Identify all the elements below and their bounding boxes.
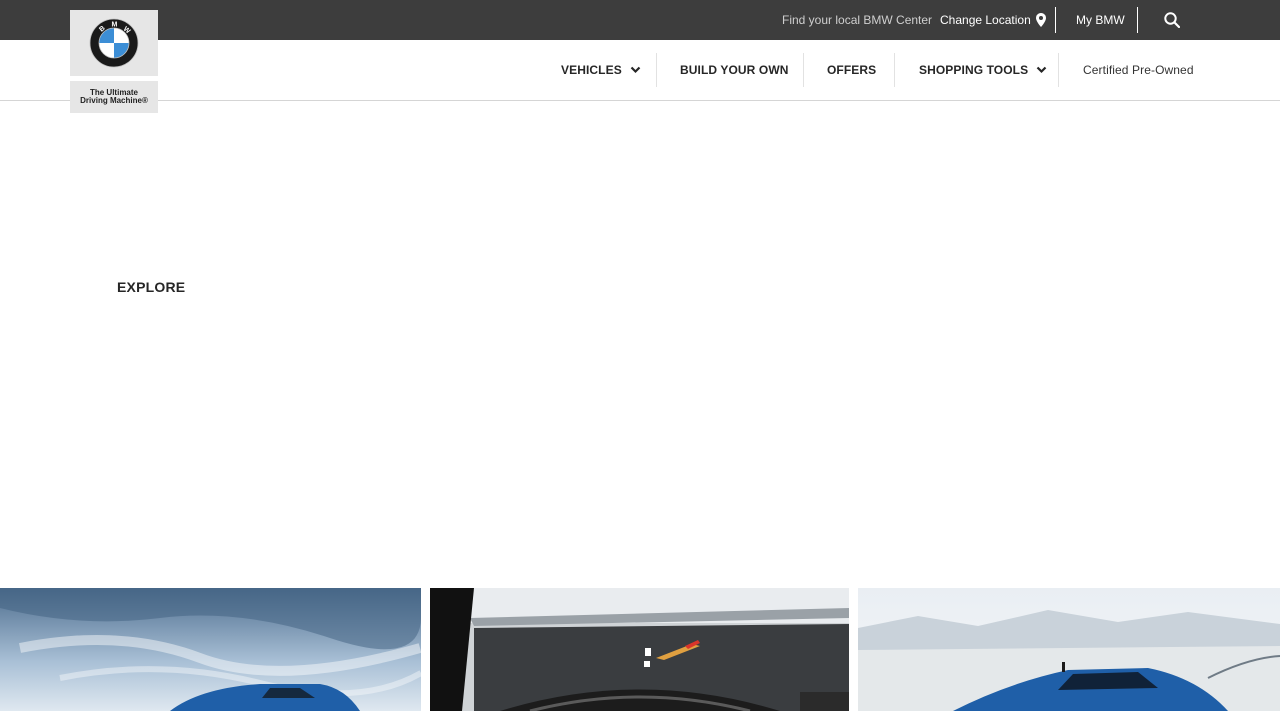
location-pin-icon [1035, 13, 1046, 27]
nav-shopping-tools[interactable]: SHOPPING TOOLS [919, 40, 1047, 100]
explore-heading: EXPLORE [117, 279, 186, 295]
search-icon [1164, 12, 1180, 28]
utility-divider [1137, 7, 1138, 33]
main-navigation: VEHICLES BUILD YOUR OWN OFFERS SHOPPING … [0, 40, 1280, 101]
dashboard-photo-image [430, 588, 849, 711]
nav-build-your-own[interactable]: BUILD YOUR OWN [680, 40, 789, 100]
change-location-label: Change Location [940, 13, 1031, 27]
utility-divider [1055, 7, 1056, 33]
nav-certified-pre-owned[interactable]: Certified Pre-Owned [1083, 40, 1194, 100]
my-bmw-link[interactable]: My BMW [1076, 0, 1125, 40]
nav-divider [656, 53, 657, 87]
nav-vehicles[interactable]: VEHICLES [561, 40, 641, 100]
tile-blue-sedan-sky[interactable] [0, 588, 421, 711]
tile-dashboard-hud[interactable] [430, 588, 849, 711]
bmw-roundel-icon: B M W [89, 18, 139, 68]
car-photo-image [0, 588, 421, 711]
nav-divider [1058, 53, 1059, 87]
nav-shopping-tools-label: SHOPPING TOOLS [919, 63, 1029, 77]
bmw-logo-link[interactable]: B M W The Ultimate Driving Machine® [70, 10, 158, 113]
nav-offers[interactable]: OFFERS [827, 40, 876, 100]
car-photo-image [858, 588, 1280, 711]
nav-divider [803, 53, 804, 87]
tagline-line-2: Driving Machine® [80, 96, 148, 105]
brand-tagline: The Ultimate Driving Machine® [70, 81, 158, 113]
utility-bar: Find your local BMW Center Change Locati… [0, 0, 1280, 40]
bmw-roundel-panel: B M W [70, 10, 158, 76]
nav-divider [894, 53, 895, 87]
change-location-link[interactable]: Change Location [940, 0, 1046, 40]
nav-vehicles-label: VEHICLES [561, 63, 622, 77]
find-center-link[interactable]: Find your local BMW Center [782, 0, 932, 40]
tile-blue-sedan-desert[interactable] [858, 588, 1280, 711]
chevron-down-icon [1036, 66, 1047, 74]
svg-text:M: M [112, 22, 118, 29]
search-button[interactable] [1162, 0, 1182, 40]
chevron-down-icon [630, 66, 641, 74]
